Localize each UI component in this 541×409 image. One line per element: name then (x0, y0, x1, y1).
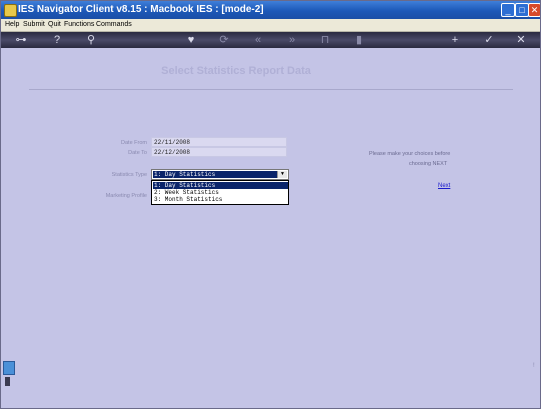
next-link[interactable]: Next (438, 183, 450, 189)
minimize-button[interactable]: _ (501, 3, 515, 17)
option-day-statistics[interactable]: 1: Day Statistics (153, 182, 288, 189)
statistics-type-select[interactable]: 1: Day Statistics ▼ (151, 169, 289, 180)
close-icon[interactable]: ✕ (515, 32, 527, 48)
toolbar: ⊶ ? ⚲ ♥ ⟳ « » ⊓ ▮ + ✓ ✕ (1, 32, 540, 48)
help-icon[interactable]: ? (51, 32, 63, 48)
add-icon[interactable]: + (449, 32, 461, 48)
forward-icon[interactable]: » (286, 32, 298, 48)
page-title: Select Statistics Report Data (161, 65, 311, 77)
date-from-label: Date From (121, 140, 147, 146)
search-icon[interactable]: ⚲ (85, 32, 97, 48)
key-icon[interactable]: ⊶ (9, 32, 33, 48)
menu-help[interactable]: Help (5, 21, 19, 28)
statistics-type-value: 1: Day Statistics (153, 171, 278, 178)
help-message-line2: choosing NEXT (409, 161, 448, 167)
window-title: IES Navigator Client v8.15 : Macbook IES… (18, 4, 264, 15)
side-tool-icon[interactable] (5, 377, 10, 386)
close-window-button[interactable]: ✕ (528, 3, 540, 17)
menu-submit[interactable]: Submit (23, 21, 45, 28)
statistics-type-label: Statistics Type (111, 172, 147, 178)
date-to-field[interactable]: 22/12/2008 (151, 147, 287, 157)
statistics-type-dropdown: 1: Day Statistics 2: Week Statistics 3: … (151, 180, 289, 205)
option-month-statistics[interactable]: 3: Month Statistics (153, 196, 288, 203)
title-bar: IES Navigator Client v8.15 : Macbook IES… (1, 1, 540, 19)
divider (29, 89, 513, 90)
option-week-statistics[interactable]: 2: Week Statistics (153, 189, 288, 196)
maximize-button[interactable]: □ (515, 3, 529, 17)
help-message-line1: Please make your choices before (369, 151, 451, 157)
date-from-field[interactable]: 22/11/2008 (151, 137, 287, 147)
heart-icon[interactable]: ♥ (185, 32, 197, 48)
scroll-marker: ! (533, 363, 535, 369)
side-panel-tab[interactable] (3, 361, 15, 375)
nav-icon[interactable]: ⊓ (319, 32, 331, 48)
menu-commands[interactable]: Commands (96, 21, 132, 28)
app-icon (4, 4, 17, 17)
refresh-icon[interactable]: ⟳ (218, 32, 230, 48)
bookmark-icon[interactable]: ▮ (353, 32, 365, 48)
menu-quit[interactable]: Quit (48, 21, 61, 28)
chevron-down-icon[interactable]: ▼ (277, 171, 287, 178)
app-window: IES Navigator Client v8.15 : Macbook IES… (0, 0, 541, 409)
date-to-label: Date To (128, 150, 147, 156)
menu-functions[interactable]: Functions (64, 21, 94, 28)
marketing-profile-label: Marketing Profile (105, 193, 147, 199)
menu-bar: Help Submit Quit Functions Commands (1, 19, 540, 32)
back-icon[interactable]: « (252, 32, 264, 48)
check-icon[interactable]: ✓ (483, 32, 495, 48)
